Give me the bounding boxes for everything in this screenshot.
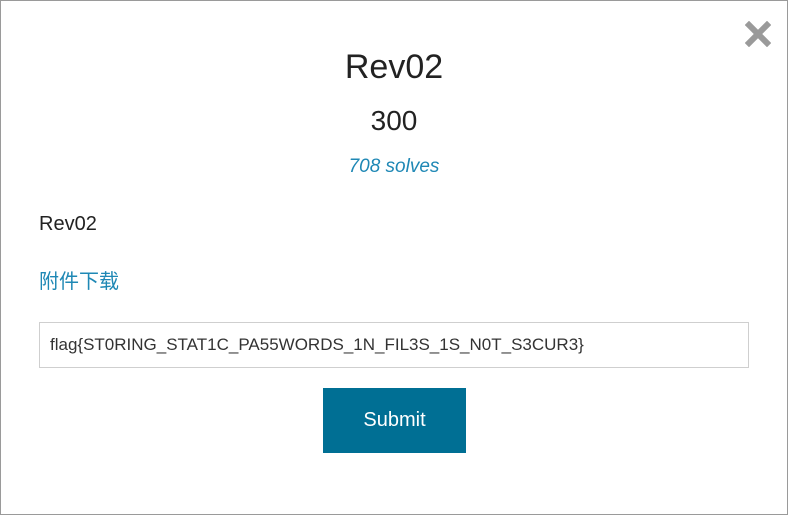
challenge-title: Rev02	[344, 48, 444, 86]
attachment-download-link[interactable]: 附件下载	[39, 268, 119, 294]
challenge-modal: Rev02 300 708 solves Rev02 附件下载 Submit	[0, 0, 788, 515]
flag-input[interactable]	[39, 322, 749, 368]
close-button[interactable]	[745, 21, 771, 47]
challenge-description: Rev02	[39, 213, 97, 235]
solves-count: 708 solves	[348, 156, 440, 177]
challenge-points: 300	[370, 105, 418, 136]
close-icon	[745, 21, 771, 47]
submit-button[interactable]: Submit	[323, 388, 466, 453]
